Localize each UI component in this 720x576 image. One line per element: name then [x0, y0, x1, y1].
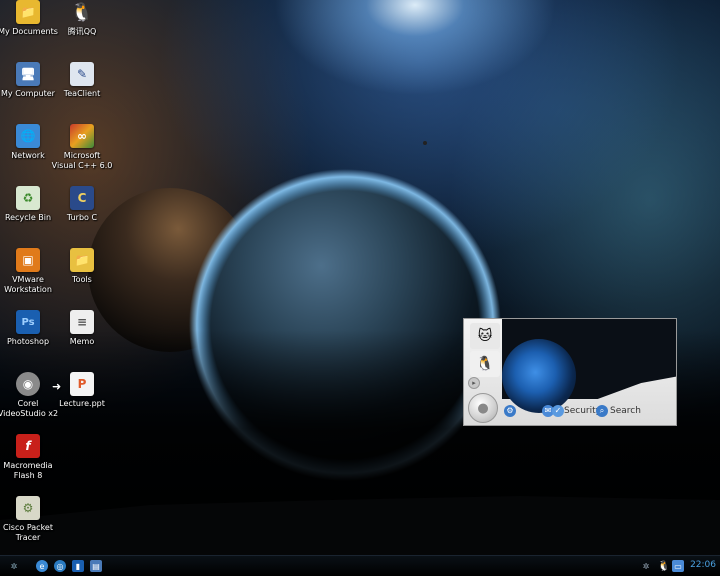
photoshop-icon: Ps	[16, 310, 40, 334]
computer-icon: 🖥	[16, 62, 40, 86]
qq-status-orb[interactable]	[502, 339, 576, 413]
desktop-icon-packet-tracer[interactable]: ⚙ Cisco Packet Tracer	[0, 496, 59, 543]
icon-label: TeaClient	[63, 89, 101, 98]
taskbar-clock[interactable]: 22:06	[690, 560, 716, 570]
tray-settings-icon[interactable]: ✲	[640, 560, 652, 572]
desktop-icon-teaclient[interactable]: ✎ TeaClient	[51, 62, 113, 99]
quicklaunch-app-icon[interactable]: ▤	[90, 560, 102, 572]
icon-label: Microsoft Visual C++ 6.0	[51, 151, 113, 170]
tray-network-icon[interactable]: ▭	[672, 560, 684, 572]
icon-label: 腾讯QQ	[67, 27, 97, 36]
qq-login-panel: 🐱 🐧 ▸ ● ⚙ ✉ ✓ Security ⌕ Search	[463, 318, 677, 426]
qq-search-icon[interactable]: ⌕	[596, 405, 608, 417]
start-button-icon[interactable]: ✲	[8, 560, 20, 572]
folder-documents-icon: 📁	[16, 0, 40, 24]
teaclient-icon: ✎	[70, 62, 94, 86]
corel-videostudio-icon: ◉	[16, 372, 40, 396]
qq-penguin-silhouette-icon: ●	[477, 400, 489, 416]
qq-avatar-cat-icon[interactable]: 🐱	[470, 323, 500, 349]
desktop: 📁 My Documents 🐧 腾讯QQ 🖥 My Computer ✎ Te…	[0, 0, 720, 576]
qq-expand-arrow-icon[interactable]: ▸	[468, 377, 480, 389]
quicklaunch-browser-icon[interactable]: ◎	[54, 560, 66, 572]
desktop-icon-memo[interactable]: ≡ Memo	[51, 310, 113, 347]
qq-settings-icon[interactable]: ⚙	[504, 405, 516, 417]
qq-search-label[interactable]: Search	[610, 405, 641, 417]
icon-label: Memo	[69, 337, 95, 346]
network-icon: 🌐	[16, 124, 40, 148]
packet-tracer-icon: ⚙	[16, 496, 40, 520]
taskbar: ✲ e ◎ ▮ ▤ ✲ 🐧 ▭ 22:06	[0, 555, 720, 576]
desktop-icon-tools-folder[interactable]: 📁 Tools	[51, 248, 113, 285]
desktop-icon-visual-cpp[interactable]: ∞ Microsoft Visual C++ 6.0	[51, 124, 113, 171]
qq-avatar-penguin-icon[interactable]: 🐧	[470, 351, 500, 377]
icon-label: Turbo C	[66, 213, 98, 222]
recycle-bin-icon: ♻	[16, 186, 40, 210]
quicklaunch-ie-icon[interactable]: e	[36, 560, 48, 572]
turbo-c-icon: C	[70, 186, 94, 210]
spacecraft	[423, 141, 427, 145]
desktop-icon-qq[interactable]: 🐧 腾讯QQ	[51, 0, 113, 37]
icon-label: Cisco Packet Tracer	[3, 523, 53, 542]
flash-icon: f	[16, 434, 40, 458]
quicklaunch-desktop-icon[interactable]: ▮	[72, 560, 84, 572]
icon-label: Tools	[72, 275, 92, 284]
desktop-icon-flash[interactable]: f Macromedia Flash 8	[0, 434, 59, 481]
qq-penguin-icon: 🐧	[70, 1, 94, 23]
desktop-icon-turbo-c[interactable]: C Turbo C	[51, 186, 113, 223]
tray-qq-icon[interactable]: 🐧	[658, 560, 670, 572]
notepad-icon: ≡	[70, 310, 94, 334]
ppt-file-icon: P	[70, 372, 94, 396]
qq-main-button[interactable]: ●	[468, 393, 498, 423]
visual-cpp-icon: ∞	[70, 124, 94, 148]
icon-label: Lecture.ppt	[59, 399, 105, 408]
vmware-icon: ▣	[16, 248, 40, 272]
folder-icon: 📁	[70, 248, 94, 272]
icon-label: Macromedia Flash 8	[3, 461, 53, 480]
mouse-pointer-arrow-icon: ➜	[52, 380, 62, 393]
qq-security-icon[interactable]: ✓	[552, 405, 564, 417]
